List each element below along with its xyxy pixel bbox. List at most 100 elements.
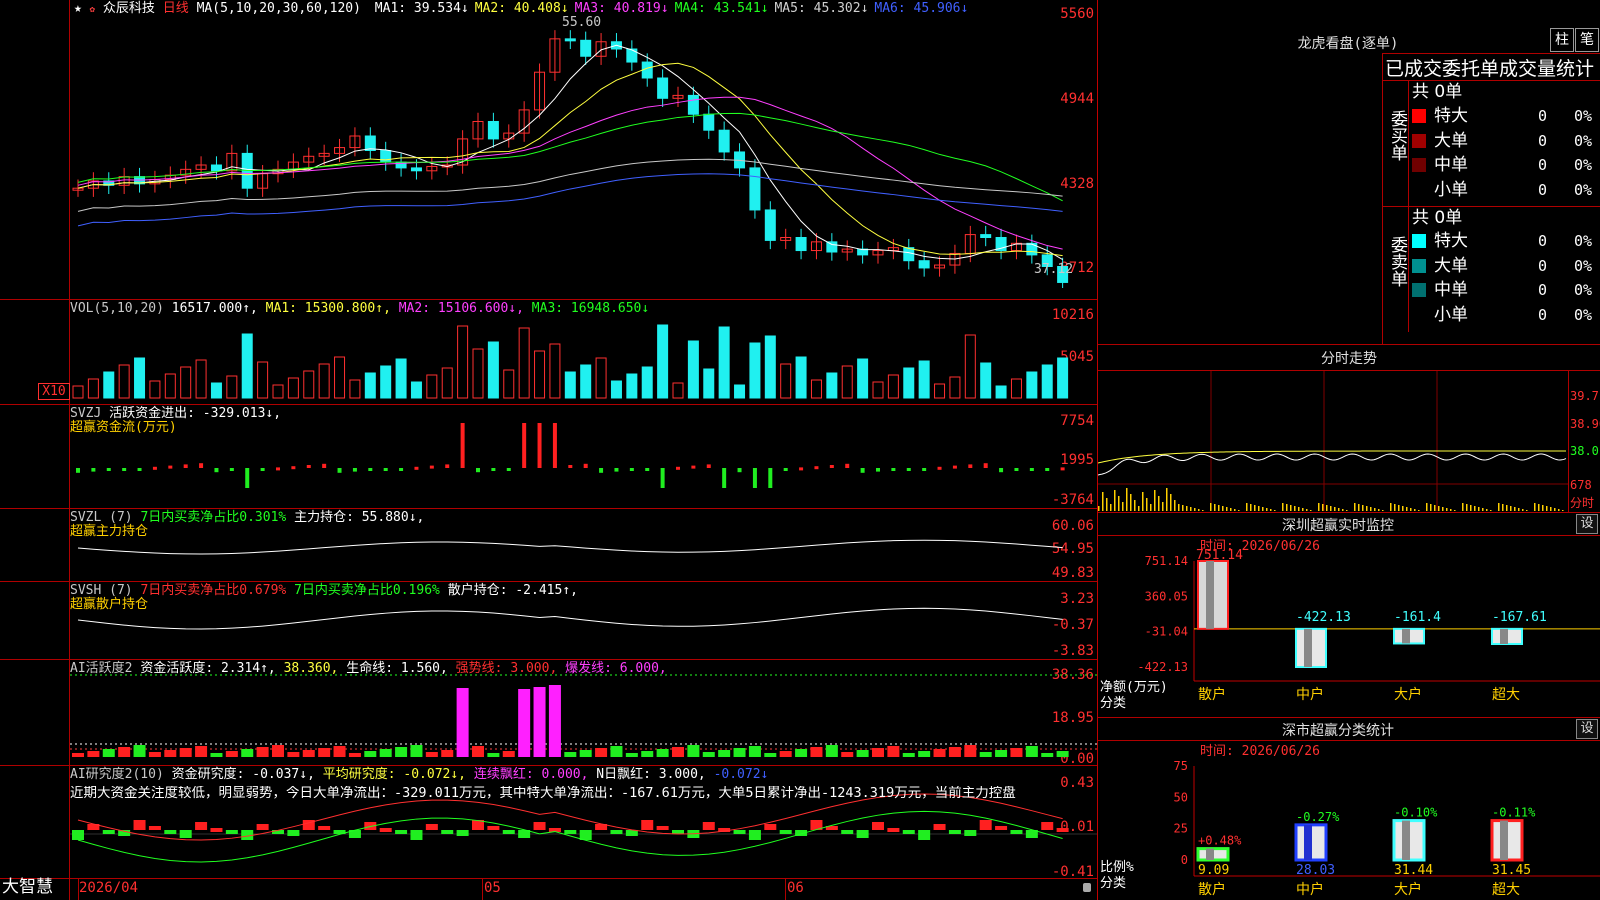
activity-bar [441, 750, 454, 757]
candle-body [918, 260, 930, 269]
volume-bar [703, 368, 715, 399]
stat-change-label: +0.48% [1198, 834, 1242, 848]
volume-bar [672, 382, 684, 399]
intraday-volume [1214, 504, 1216, 511]
research-bar [1010, 830, 1023, 834]
lock-icon[interactable] [1083, 883, 1091, 892]
intraday-volume [1502, 504, 1504, 511]
candle-body [718, 129, 730, 153]
volume-bar [395, 358, 407, 399]
activity-bar [456, 688, 469, 757]
intraday-tick: 38.01 [1570, 444, 1600, 458]
activity-bar [687, 745, 700, 757]
retail-line [77, 607, 1063, 630]
candle-body [764, 209, 776, 241]
flow-bar [152, 466, 157, 470]
intraday-volume [1154, 490, 1156, 511]
ai1-burst-line: 爆发线: 6.000, [565, 661, 667, 676]
stock-name: 众辰科技 [102, 1, 155, 16]
tick-view-button[interactable]: 笔 [1575, 28, 1599, 52]
intraday-volume [1118, 496, 1120, 511]
flow-bar [352, 468, 357, 472]
activity-bar [87, 751, 100, 757]
ai2-research: 资金研究度: -0.037↓, [171, 767, 315, 782]
volume-bar [626, 373, 638, 399]
volume-bar [1026, 371, 1038, 399]
flow-bar [506, 468, 511, 471]
vol-ma2: MA2: 15106.600↓, [398, 301, 524, 316]
order-percent: 0% [1574, 107, 1593, 125]
order-type: 中单 [1434, 155, 1468, 175]
intraday-volume [1182, 505, 1184, 511]
sz-stat-xlabel: 分类 [1100, 876, 1127, 891]
intraday-volume [1498, 503, 1500, 511]
research-bar [979, 820, 992, 830]
volume-bar [718, 326, 730, 399]
intraday-volume [1186, 506, 1188, 511]
flow-bar [429, 465, 434, 469]
activity-bar [425, 752, 438, 757]
intraday-volume [1526, 510, 1528, 511]
research-bar [502, 830, 515, 834]
intraday-volume [1398, 505, 1400, 511]
gear-icon[interactable]: ✿ [90, 5, 95, 15]
research-bar [133, 820, 146, 830]
high-price-label: 55.60 [562, 15, 602, 30]
intraday-volume [1450, 509, 1452, 511]
sz-stat-settings-button[interactable]: 设 [1576, 719, 1598, 739]
sell-order-label: 委卖单 [1387, 236, 1407, 287]
candle-body [626, 48, 638, 63]
low-price-label: 37.12 [1034, 262, 1074, 277]
svzj-value: 活跃资金进出: -329.013↓, [109, 406, 282, 421]
activity-bar [564, 752, 577, 757]
activity-bar [1010, 748, 1023, 757]
activity-bar [718, 750, 731, 757]
period-label[interactable]: 日线 [163, 1, 189, 16]
candle-body [703, 113, 715, 131]
intraday-volume [1250, 504, 1252, 511]
moving-average-line [77, 158, 1063, 212]
order-swatch [1412, 258, 1426, 273]
ma-value-2: MA2: 40.408↓ [474, 1, 569, 16]
monitor-category: 散户 [1198, 686, 1226, 703]
monitor-bar-shade [1402, 628, 1410, 644]
svsh-ratio1: 7日内买卖净占比0.679% [140, 583, 287, 598]
flow-bar [845, 463, 850, 468]
activity-bar [595, 748, 608, 757]
volume-bar [549, 343, 561, 399]
vol-header: VOL(5,10,20) 16517.000↑, MA1: 15300.800↑… [70, 301, 649, 316]
research-bar [610, 830, 623, 834]
research-bar [210, 828, 223, 832]
order-percent: 0% [1574, 180, 1593, 199]
stat-change-label: -0.27% [1296, 810, 1340, 824]
volume-bar [641, 366, 653, 399]
intraday-panel[interactable]: 分时走势 39.7 38.90 38.01 678 分时 [1098, 345, 1600, 513]
kline-area[interactable]: 5560 4944 4328 3712 10216 5045 X10 7754 … [0, 0, 1098, 900]
activity-bar [364, 751, 377, 757]
intraday-volume [1554, 508, 1556, 511]
flow-bar [706, 464, 711, 468]
flow-bar [1060, 467, 1065, 471]
intraday-volume [1366, 506, 1368, 511]
flow-bar [306, 465, 311, 468]
research-bar [195, 822, 208, 830]
order-percent: 0% [1574, 305, 1593, 324]
lhb-panel: 龙虎看盘(逐单) 柱 笔 已成交委托单成交量统计 委买单 委卖单 共 0单 特大… [1098, 0, 1600, 345]
monitor-bar-shade [1304, 628, 1312, 667]
moving-average-line [77, 44, 1063, 260]
ai1-strong-line: 强势线: 3.000, [455, 661, 558, 676]
volume-bar [241, 333, 253, 399]
research-bar [533, 822, 546, 830]
research-bar [564, 830, 577, 834]
activity-bar [548, 685, 561, 757]
volume-bar [303, 370, 315, 399]
activity-bar [795, 749, 808, 757]
activity-bar [287, 752, 300, 757]
ai1-lifeline: 生命线: 1.560, [346, 661, 448, 676]
intraday-volume [1446, 508, 1448, 511]
star-icon[interactable]: ★ [74, 1, 82, 16]
intraday-volume [1430, 504, 1432, 511]
bar-view-button[interactable]: 柱 [1550, 28, 1574, 52]
order-count: 0 [1538, 256, 1548, 275]
sz-monitor-settings-button[interactable]: 设 [1576, 514, 1598, 534]
